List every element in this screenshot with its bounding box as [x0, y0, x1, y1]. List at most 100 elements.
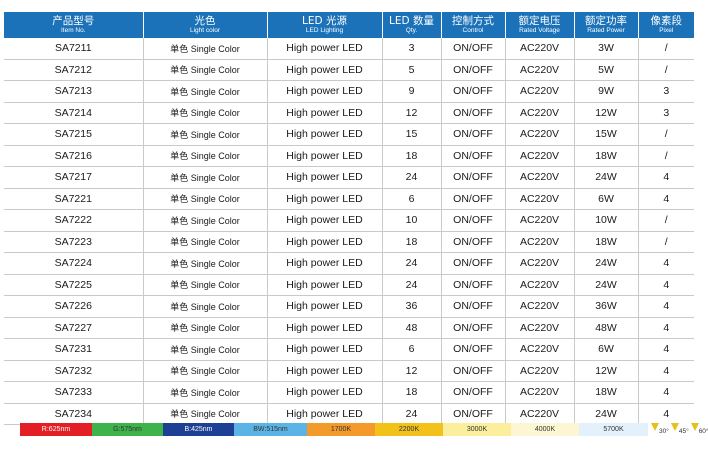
table-row: SA7216 单色 Single Color High power LED 18 ON/…: [4, 145, 694, 167]
header-label-en: Control: [462, 27, 484, 34]
qty-cell: 9: [381, 80, 441, 103]
legend-swatch: 1700K: [307, 423, 375, 436]
rated-power-cell: 48W: [573, 317, 638, 339]
light-color-en: Single Color: [190, 301, 240, 312]
header-label-cn: 产品型号: [52, 14, 95, 27]
light-color-cell: 单色 Single Color: [142, 231, 267, 253]
rated-voltage-cell: AC220V: [504, 80, 574, 103]
control-cell: ON/OFF: [440, 295, 505, 318]
led-lighting-cell: High power LED: [266, 274, 382, 296]
light-color-zh: 单色: [170, 216, 189, 227]
rated-power-cell: 18W: [573, 381, 638, 404]
pixel-cell: 4: [637, 166, 694, 189]
rated-power-cell: 24W: [573, 252, 638, 275]
rated-voltage-cell: AC220V: [504, 274, 574, 296]
led-lighting-cell: High power LED: [266, 295, 382, 318]
rated-power-cell: 12W: [573, 102, 638, 124]
light-color-cell: 单色 Single Color: [142, 317, 267, 339]
rated-power-cell: 9W: [573, 80, 638, 103]
table-row: SA7231 单色 Single Color High power LED 6 ON/O…: [4, 338, 694, 361]
led-lighting-cell: High power LED: [266, 317, 382, 339]
pixel-cell: 3: [637, 80, 694, 103]
light-color-en: Single Color: [190, 344, 240, 355]
header-label-cn: 控制方式: [452, 14, 494, 27]
table-row: SA7221 单色 Single Color High power LED 6 ON/O…: [4, 188, 694, 210]
rated-power-cell: 6W: [573, 338, 638, 361]
light-color-zh: 单色: [170, 238, 189, 249]
column-header-rated-power: 额定功率 Rated Power: [573, 12, 638, 38]
light-color-zh: 单色: [170, 66, 189, 77]
light-color-cell: 单色 Single Color: [142, 145, 267, 167]
light-color-en: Single Color: [190, 108, 240, 119]
header-label-cn: 额定电压: [518, 14, 561, 27]
legend-swatch: 5700K: [579, 423, 648, 436]
triangle-icon: [690, 423, 699, 431]
column-header-light-color: 光色 Light color: [142, 12, 267, 38]
legend-swatch: BW:515nm: [234, 423, 307, 436]
table-row: SA7211 单色 Single Color High power LED 3 ON/O…: [4, 38, 694, 60]
qty-cell: 36: [381, 295, 441, 318]
light-color-cell: 单色 Single Color: [142, 381, 267, 404]
item-no-cell: SA7216: [4, 145, 143, 167]
light-color-cell: 单色 Single Color: [142, 295, 267, 318]
header-label-cn: 额定功率: [585, 14, 627, 27]
pixel-cell: 4: [637, 381, 694, 404]
light-color-en: Single Color: [190, 366, 240, 377]
light-color-en: Single Color: [190, 237, 240, 248]
rated-power-cell: 12W: [573, 360, 638, 382]
table-row: SA7232 单色 Single Color High power LED 12 ON/…: [4, 360, 694, 382]
led-lighting-cell: High power LED: [266, 360, 382, 382]
item-no-cell: SA7221: [4, 188, 143, 210]
pixel-cell: 4: [637, 338, 694, 361]
pixel-cell: 4: [637, 403, 694, 425]
legend-swatch: B:425nm: [163, 423, 234, 436]
item-no-cell: SA7233: [4, 381, 143, 404]
control-cell: ON/OFF: [440, 188, 505, 210]
light-color-zh: 单色: [170, 388, 189, 399]
control-cell: ON/OFF: [440, 102, 505, 124]
table-row: SA7225 单色 Single Color High power LED 24 ON/…: [4, 274, 694, 296]
led-lighting-cell: High power LED: [266, 102, 382, 124]
column-header-control: 控制方式 Control: [440, 12, 505, 38]
rated-voltage-cell: AC220V: [504, 188, 574, 210]
beam-angle-label: 30°: [659, 428, 669, 435]
control-cell: ON/OFF: [440, 381, 505, 404]
item-no-cell: SA7223: [4, 231, 143, 253]
table-body: SA7211 单色 Single Color High power LED 3 ON/O…: [4, 38, 694, 425]
light-color-zh: 单色: [170, 367, 189, 378]
control-cell: ON/OFF: [440, 38, 505, 60]
light-color-zh: 单色: [170, 345, 189, 356]
item-no-cell: SA7225: [4, 274, 143, 296]
item-no-cell: SA7215: [4, 123, 143, 146]
rated-voltage-cell: AC220V: [504, 381, 574, 404]
rated-power-cell: 3W: [573, 38, 638, 60]
table-row: SA7222 单色 Single Color High power LED 10 ON/…: [4, 209, 694, 232]
spec-table: 产品型号 Item No. 光色 Light color LED 光源 LED Light…: [4, 12, 694, 425]
light-color-cell: 单色 Single Color: [142, 274, 267, 296]
light-color-en: Single Color: [190, 86, 240, 97]
pixel-cell: /: [637, 123, 694, 146]
legend-swatch: 2200K: [375, 423, 443, 436]
light-color-en: Single Color: [190, 387, 240, 398]
rated-power-cell: 5W: [573, 59, 638, 81]
qty-cell: 24: [381, 274, 441, 296]
rated-voltage-cell: AC220V: [504, 403, 574, 425]
light-color-zh: 单色: [170, 281, 189, 292]
header-label-cn: LED 数量: [389, 14, 434, 27]
rated-power-cell: 18W: [573, 231, 638, 253]
light-color-cell: 单色 Single Color: [142, 38, 267, 60]
light-color-zh: 单色: [170, 259, 189, 270]
item-no-cell: SA7222: [4, 209, 143, 232]
qty-cell: 12: [381, 360, 441, 382]
rated-power-cell: 24W: [573, 166, 638, 189]
table-row: SA7212 单色 Single Color High power LED 5 ON/O…: [4, 59, 694, 81]
header-label-en: LED Lighting: [305, 27, 344, 34]
rated-voltage-cell: AC220V: [504, 123, 574, 146]
rated-power-cell: 10W: [573, 209, 638, 232]
rated-power-cell: 18W: [573, 145, 638, 167]
item-no-cell: SA7226: [4, 295, 143, 318]
header-label-en: Item No.: [60, 27, 86, 34]
item-no-cell: SA7227: [4, 317, 143, 339]
qty-cell: 18: [381, 381, 441, 404]
led-lighting-cell: High power LED: [266, 166, 382, 189]
